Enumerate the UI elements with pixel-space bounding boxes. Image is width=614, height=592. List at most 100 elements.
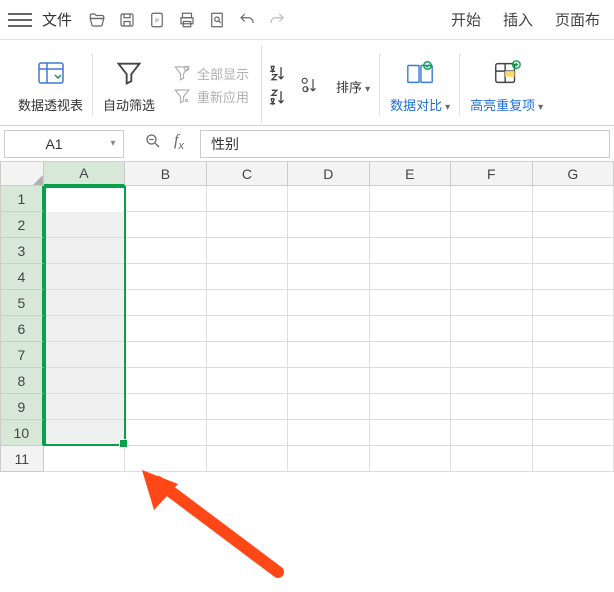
data-compare-button[interactable]: 数据对比▾ [380,46,460,123]
cell[interactable] [533,342,614,368]
col-header-D[interactable]: D [288,162,369,186]
cell[interactable] [125,420,206,446]
cell[interactable] [125,342,206,368]
cell[interactable] [207,420,288,446]
cell[interactable] [370,394,451,420]
cell[interactable] [44,420,125,446]
cell[interactable] [451,264,532,290]
cell[interactable] [370,212,451,238]
print-icon[interactable] [176,9,198,31]
cell[interactable] [125,238,206,264]
cell[interactable] [44,212,125,238]
cell[interactable] [125,212,206,238]
cell[interactable] [370,316,451,342]
cell[interactable] [125,394,206,420]
cell[interactable] [533,186,614,212]
cell[interactable] [370,368,451,394]
cell[interactable] [370,238,451,264]
cell[interactable] [451,316,532,342]
cell[interactable] [451,394,532,420]
cell[interactable] [370,342,451,368]
cell[interactable] [125,446,206,472]
cell[interactable] [207,264,288,290]
menu-file[interactable]: 文件 [42,9,72,30]
row-header[interactable]: 9 [0,394,44,420]
tab-insert[interactable]: 插入 [503,9,533,30]
cell[interactable] [288,290,369,316]
col-header-G[interactable]: G [533,162,614,186]
cell[interactable] [44,342,125,368]
reapply-button[interactable]: 重新应用 [173,87,249,106]
sort-asc-button[interactable] [266,63,286,83]
row-header[interactable]: 5 [0,290,44,316]
cell[interactable] [44,316,125,342]
cell[interactable] [44,394,125,420]
cell[interactable] [370,446,451,472]
export-pdf-icon[interactable]: P [146,9,168,31]
sort-button[interactable]: 排序▾ [326,46,380,123]
print-preview-icon[interactable] [206,9,228,31]
formula-input[interactable]: 性别 [200,130,610,158]
cell[interactable] [288,186,369,212]
cell[interactable] [44,290,125,316]
cell[interactable] [207,238,288,264]
cell[interactable] [451,238,532,264]
cell[interactable] [288,212,369,238]
cell[interactable] [451,446,532,472]
cell[interactable] [44,368,125,394]
cell[interactable] [451,420,532,446]
row-header[interactable]: 10 [0,420,44,446]
row-header[interactable]: 1 [0,186,44,212]
cell[interactable] [451,342,532,368]
cell[interactable] [533,264,614,290]
cell[interactable] [451,368,532,394]
cell[interactable] [451,186,532,212]
cell[interactable] [44,238,125,264]
col-header-A[interactable]: A [44,162,125,186]
cell[interactable] [207,316,288,342]
spreadsheet-grid[interactable]: A B C D E F G 1性别234567891011 [0,162,614,472]
hamburger-menu-icon[interactable] [8,8,32,32]
sort-09-button[interactable] [298,75,318,95]
cell[interactable] [207,394,288,420]
highlight-dup-button[interactable]: 高亮重复项▾ [460,46,553,123]
cell[interactable] [288,342,369,368]
name-box[interactable]: A1 ▾ [4,130,124,158]
cell[interactable] [288,446,369,472]
cell[interactable] [533,212,614,238]
cell[interactable] [533,368,614,394]
cell[interactable] [125,316,206,342]
cell[interactable] [533,316,614,342]
cell[interactable] [207,368,288,394]
row-header[interactable]: 7 [0,342,44,368]
show-all-button[interactable]: 全部显示 [173,64,249,83]
cell[interactable] [207,212,288,238]
cell[interactable] [533,238,614,264]
pivot-table-button[interactable]: 数据透视表 [8,46,93,123]
tab-layout[interactable]: 页面布 [555,9,600,30]
col-header-C[interactable]: C [207,162,288,186]
cell[interactable] [533,420,614,446]
col-header-B[interactable]: B [125,162,206,186]
cell[interactable] [370,290,451,316]
cell[interactable] [125,368,206,394]
chevron-down-icon[interactable]: ▾ [103,138,123,149]
cell[interactable]: 性别 [44,186,125,212]
auto-filter-button[interactable]: 自动筛选 [93,46,165,123]
row-header[interactable]: 6 [0,316,44,342]
select-all-corner[interactable] [0,162,44,186]
cell[interactable] [44,446,125,472]
cell[interactable] [207,290,288,316]
cell[interactable] [125,186,206,212]
cell[interactable] [288,394,369,420]
cell[interactable] [370,186,451,212]
cell[interactable] [533,290,614,316]
row-header[interactable]: 11 [0,446,44,472]
cell[interactable] [370,264,451,290]
cell[interactable] [288,264,369,290]
cell[interactable] [288,368,369,394]
row-header[interactable]: 4 [0,264,44,290]
redo-icon[interactable] [266,9,288,31]
cell[interactable] [451,290,532,316]
cell[interactable] [533,446,614,472]
